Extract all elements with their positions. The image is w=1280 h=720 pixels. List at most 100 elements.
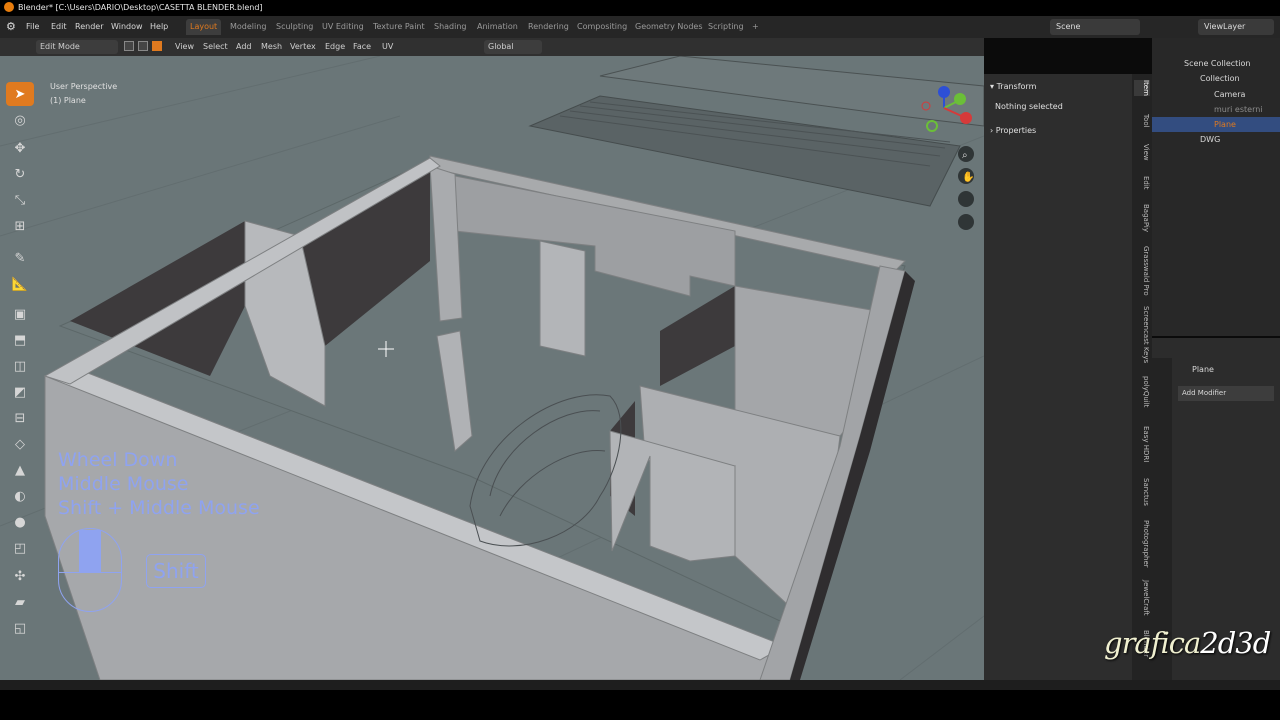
tab-layout[interactable]: Layout <box>186 19 222 35</box>
add-workspace-icon[interactable]: + <box>748 19 763 35</box>
outliner-item-plane[interactable]: Plane <box>1152 117 1280 132</box>
navigation-gizmo[interactable]: ⌕ ✋ <box>910 82 978 232</box>
keystroke-line-1: Wheel Down <box>58 449 178 471</box>
orientation-label: Global <box>488 42 514 51</box>
tab-bagapiy[interactable]: BagaPiy <box>1134 204 1150 232</box>
menu-select[interactable]: Select <box>203 38 228 56</box>
menu-render[interactable]: Render <box>75 16 103 38</box>
tab-view[interactable]: View <box>1134 144 1150 161</box>
tab-scripting[interactable]: Scripting <box>704 19 748 35</box>
sidebar-tabs: Item Tool View Edit BagaPiy Grasswald Pr… <box>1132 74 1152 680</box>
blender-app-icon <box>4 2 14 12</box>
top-bar: ⚙ File Edit Render Window Help Layout Mo… <box>0 16 1280 38</box>
transform-label: Transform <box>996 82 1037 91</box>
menu-add[interactable]: Add <box>236 38 252 56</box>
menu-help[interactable]: Help <box>150 16 168 38</box>
tab-tool[interactable]: Tool <box>1134 114 1150 128</box>
tab-jewelcraft[interactable]: JewelCraft <box>1134 580 1150 616</box>
transform-tool-icon[interactable]: ⊞ <box>6 214 34 238</box>
watermark-part-2: 2d3d <box>1200 626 1271 660</box>
view-layer-selector[interactable]: ViewLayer <box>1198 19 1274 35</box>
z-axis-icon[interactable] <box>938 86 950 98</box>
poly-build-tool-icon[interactable]: ▲ <box>6 458 34 482</box>
tab-sanctus[interactable]: Sanctus <box>1134 478 1150 506</box>
menu-uv[interactable]: UV <box>382 38 393 56</box>
tab-photographer[interactable]: Photographer <box>1134 520 1150 568</box>
inset-tool-icon[interactable]: ◫ <box>6 354 34 378</box>
tab-compositing[interactable]: Compositing <box>573 19 631 35</box>
tab-grasswald[interactable]: Grasswald Pro <box>1134 246 1150 296</box>
pillar-a <box>539 240 586 357</box>
menu-file[interactable]: File <box>26 16 39 38</box>
properties-object-name: Plane <box>1192 365 1214 374</box>
svg-text:✋: ✋ <box>962 170 974 183</box>
tab-screencast-keys[interactable]: Screencast Keys <box>1134 306 1150 363</box>
loop-cut-tool-icon[interactable]: ⊟ <box>6 406 34 430</box>
transform-panel-header[interactable]: ▾ Transform <box>990 78 1036 96</box>
select-tool-icon[interactable]: ➤ <box>6 82 34 106</box>
scale-tool-icon[interactable]: ⤡ <box>6 188 34 212</box>
tab-shading[interactable]: Shading <box>430 19 471 35</box>
tab-animation[interactable]: Animation <box>473 19 522 35</box>
mouse-divider <box>58 572 122 573</box>
menu-window[interactable]: Window <box>111 16 143 38</box>
outliner-scene-collection[interactable]: Scene Collection <box>1152 56 1280 71</box>
menu-view[interactable]: View <box>175 38 194 56</box>
smooth-tool-icon[interactable]: ● <box>6 510 34 534</box>
blender-logo-icon[interactable]: ⚙ <box>6 21 18 33</box>
tab-modeling[interactable]: Modeling <box>226 19 270 35</box>
keystroke-line-3: Shift + Middle Mouse <box>58 497 260 519</box>
vertex-select-icon[interactable] <box>124 41 134 51</box>
viewport-header: Edit Mode View Select Add Mesh Vertex Ed… <box>0 38 984 56</box>
scene-selector[interactable]: Scene <box>1050 19 1140 35</box>
tab-edit[interactable]: Edit <box>1134 176 1150 190</box>
tab-sculpting[interactable]: Sculpting <box>272 19 317 35</box>
knife-tool-icon[interactable]: ◇ <box>6 432 34 456</box>
bevel-tool-icon[interactable]: ◩ <box>6 380 34 404</box>
shear-tool-icon[interactable]: ▰ <box>6 590 34 614</box>
shift-key-badge: Shift <box>146 554 206 588</box>
add-cube-tool-icon[interactable]: ▣ <box>6 302 34 326</box>
tab-rendering[interactable]: Rendering <box>524 19 573 35</box>
watermark-part-1: grafica <box>1104 626 1201 660</box>
window-title: Blender* [C:\Users\DARIO\Desktop\CASETTA… <box>18 3 263 12</box>
rotate-tool-icon[interactable]: ↻ <box>6 162 34 186</box>
mode-dropdown[interactable]: Edit Mode <box>36 40 118 54</box>
edge-select-icon[interactable] <box>138 41 148 51</box>
scene-name: Scene <box>1056 22 1081 31</box>
tab-easy-hdri[interactable]: Easy HDRI <box>1134 426 1150 462</box>
ortho-grid-icon[interactable] <box>958 214 974 230</box>
move-tool-icon[interactable]: ✥ <box>6 136 34 160</box>
x-axis-icon[interactable] <box>960 112 972 124</box>
menu-edge[interactable]: Edge <box>325 38 345 56</box>
properties-panel-header[interactable]: › Properties <box>990 122 1036 140</box>
spin-tool-icon[interactable]: ◐ <box>6 484 34 508</box>
view-layer-name: ViewLayer <box>1204 22 1246 31</box>
outliner-item-camera[interactable]: Camera <box>1152 87 1280 102</box>
outliner-item-muri-esterni[interactable]: muri esterni <box>1152 102 1280 117</box>
tab-item[interactable]: Item <box>1134 80 1150 96</box>
rip-tool-icon[interactable]: ◱ <box>6 616 34 640</box>
tab-uv-editing[interactable]: UV Editing <box>318 19 368 35</box>
menu-edit[interactable]: Edit <box>51 16 67 38</box>
outliner-collection[interactable]: Collection <box>1152 71 1280 86</box>
tab-texture-paint[interactable]: Texture Paint <box>369 19 429 35</box>
camera-view-icon[interactable] <box>958 191 974 207</box>
y-axis-icon[interactable] <box>954 93 966 105</box>
tab-geometry-nodes[interactable]: Geometry Nodes <box>631 19 706 35</box>
extrude-tool-icon[interactable]: ⬒ <box>6 328 34 352</box>
measure-tool-icon[interactable]: 📐 <box>6 272 34 296</box>
transform-orientation-dropdown[interactable]: Global <box>484 40 542 54</box>
add-modifier-button[interactable]: Add Modifier <box>1178 386 1274 401</box>
outliner-item-dwg[interactable]: DWG <box>1152 132 1280 147</box>
face-select-icon[interactable] <box>152 41 162 51</box>
properties-label: Properties <box>995 126 1037 135</box>
cursor-tool-icon[interactable]: ◎ <box>6 108 34 132</box>
annotate-tool-icon[interactable]: ✎ <box>6 246 34 270</box>
menu-mesh[interactable]: Mesh <box>261 38 282 56</box>
menu-face[interactable]: Face <box>353 38 371 56</box>
menu-vertex[interactable]: Vertex <box>290 38 316 56</box>
shrink-fatten-tool-icon[interactable]: ✣ <box>6 564 34 588</box>
tab-polyquilt[interactable]: polyQuilt <box>1134 376 1150 407</box>
edge-slide-tool-icon[interactable]: ◰ <box>6 536 34 560</box>
